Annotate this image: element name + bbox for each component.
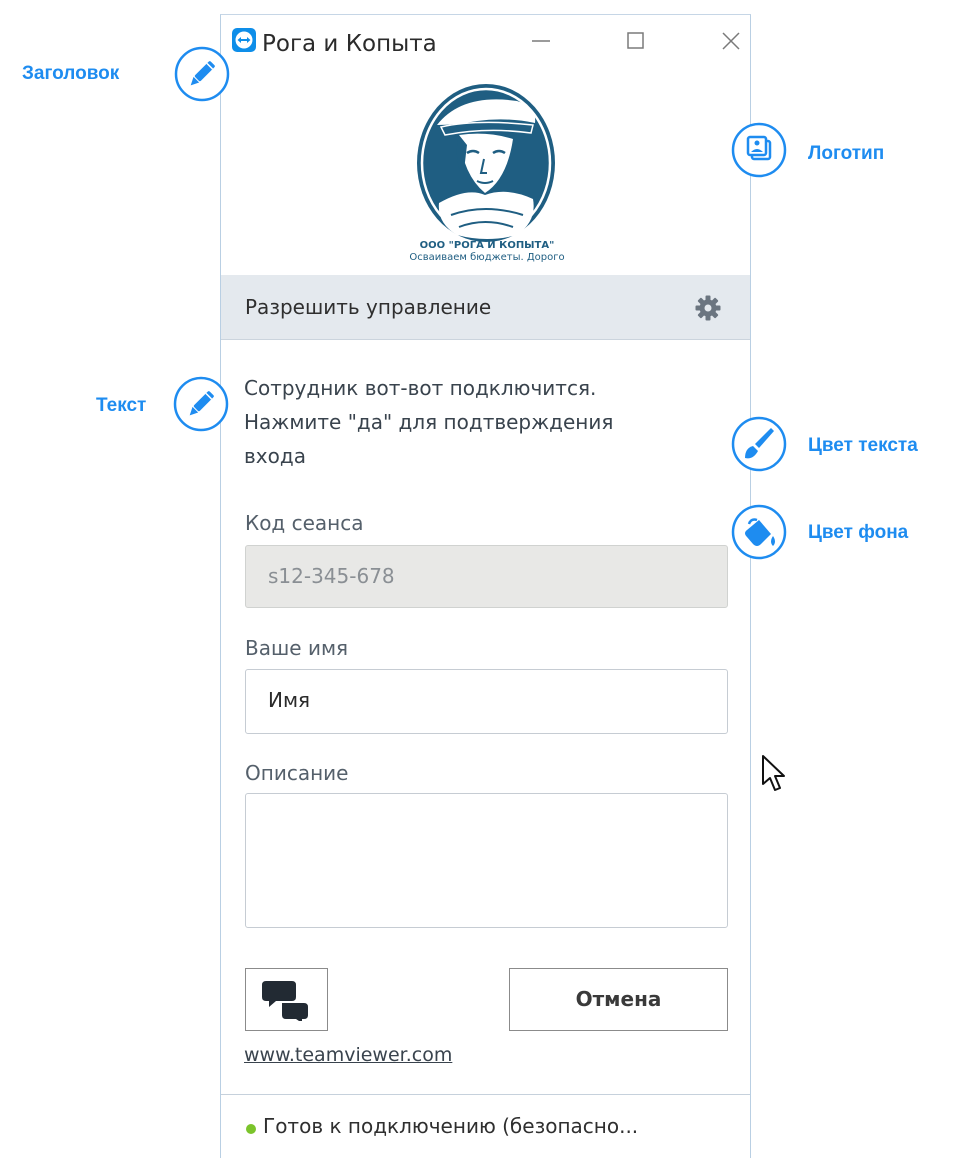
message-line: Нажмите "да" для подтверждения xyxy=(244,410,614,434)
close-button[interactable] xyxy=(708,23,754,59)
header-title: Разрешить управление xyxy=(245,295,492,319)
paint-bucket-icon[interactable] xyxy=(731,504,787,560)
annotation-logo-label: Логотип xyxy=(808,143,885,164)
status-text: Готов к подключению (безопасно... xyxy=(263,1114,639,1138)
status-indicator xyxy=(246,1124,256,1134)
message-line: входа xyxy=(244,444,306,468)
session-code-label: Код сеанса xyxy=(245,511,364,535)
company-logo: ООО "РОГА И КОПЫТА" Осваиваем бюджеты. Д… xyxy=(367,75,607,275)
logo-slogan: Осваиваем бюджеты. Дорого xyxy=(409,252,565,263)
minimize-button[interactable] xyxy=(518,23,564,59)
maximize-icon xyxy=(627,32,644,49)
chat-button[interactable] xyxy=(245,968,328,1031)
teamviewer-logo-icon xyxy=(232,28,256,52)
session-code-value: s12-345-678 xyxy=(268,564,395,588)
annotation-bg-color-label: Цвет фона xyxy=(808,522,909,543)
message-text: Сотрудник вот-вот подключится. Нажмите "… xyxy=(244,371,714,473)
pencil-icon[interactable] xyxy=(173,376,229,432)
header-bar: Разрешить управление xyxy=(221,275,750,340)
logo-image-icon[interactable] xyxy=(731,122,787,178)
description-label: Описание xyxy=(245,761,349,785)
name-label: Ваше имя xyxy=(245,636,349,660)
message-line: Сотрудник вот-вот подключится. xyxy=(244,376,597,400)
pencil-icon[interactable] xyxy=(174,46,230,102)
name-input[interactable]: Имя xyxy=(245,669,728,734)
close-icon xyxy=(722,32,740,50)
annotation-text-color-label: Цвет текста xyxy=(808,435,918,456)
chat-icon xyxy=(262,981,308,1021)
gear-icon[interactable] xyxy=(695,295,721,321)
maximize-button[interactable] xyxy=(613,23,659,59)
name-value: Имя xyxy=(268,688,311,712)
session-code-field[interactable]: s12-345-678 xyxy=(245,545,728,608)
teamviewer-link[interactable]: www.teamviewer.com xyxy=(244,1044,452,1066)
cancel-button[interactable]: Отмена xyxy=(509,968,728,1031)
logo-company-name: ООО "РОГА И КОПЫТА" xyxy=(419,240,555,251)
mouse-cursor-icon xyxy=(762,755,785,791)
window-title: Рога и Копыта xyxy=(262,31,437,57)
annotation-title-label: Заголовок xyxy=(22,63,120,84)
description-textarea[interactable] xyxy=(245,793,728,928)
brush-icon[interactable] xyxy=(731,416,787,472)
status-divider xyxy=(221,1094,750,1095)
app-window: Рога и Копыта ООО "РОГА И КОПЫТА" Осваив… xyxy=(220,14,751,1158)
annotation-text-label: Текст xyxy=(96,395,147,416)
minimize-icon xyxy=(532,40,550,42)
title-bar: Рога и Копыта xyxy=(221,15,750,73)
